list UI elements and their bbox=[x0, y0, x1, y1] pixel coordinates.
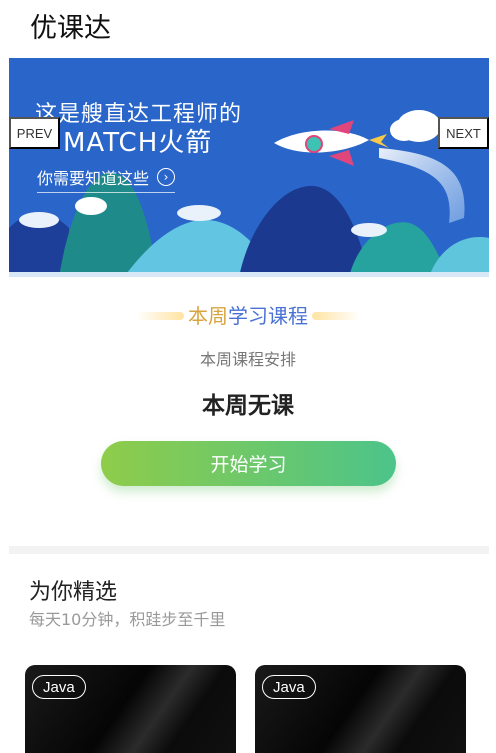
section-divider bbox=[9, 546, 489, 554]
weekly-heading-part2: 学习课程 bbox=[228, 304, 308, 328]
banner-learn-more-link[interactable]: 你需要知道这些 › bbox=[37, 165, 176, 193]
course-card[interactable]: Java bbox=[25, 665, 236, 753]
weekly-schedule-subtitle: 本周课程安排 bbox=[199, 350, 296, 369]
chevron-right-circle-icon: › bbox=[157, 168, 176, 186]
course-tag: Java bbox=[262, 675, 316, 699]
course-card[interactable]: Java bbox=[255, 665, 466, 753]
banner-link-label: 你需要知道这些 bbox=[37, 169, 150, 188]
heading-decoration-left bbox=[136, 312, 184, 320]
start-learning-button[interactable]: 开始学习 bbox=[101, 441, 396, 486]
banner-subheadline: MATCH火箭 bbox=[63, 128, 213, 158]
heading-decoration-right bbox=[312, 312, 360, 320]
carousel-next-button[interactable]: NEXT bbox=[438, 117, 489, 149]
weekly-heading-part1: 本周 bbox=[188, 304, 228, 328]
promo-banner[interactable]: 这是艘直达工程师的 MATCH火箭 你需要知道这些 › bbox=[9, 58, 489, 277]
carousel-prev-button[interactable]: PREV bbox=[9, 117, 60, 149]
picks-section-subtitle: 每天10分钟，积跬步至千里 bbox=[29, 610, 226, 629]
app-title: 优课达 bbox=[30, 13, 111, 44]
picks-section-title: 为你精选 bbox=[29, 580, 118, 605]
course-tag: Java bbox=[32, 675, 86, 699]
weekly-course-heading: 本周学习课程 bbox=[136, 300, 360, 329]
weekly-course-section: 本周学习课程 bbox=[0, 300, 496, 329]
weekly-status-text: 本周无课 bbox=[202, 393, 294, 419]
